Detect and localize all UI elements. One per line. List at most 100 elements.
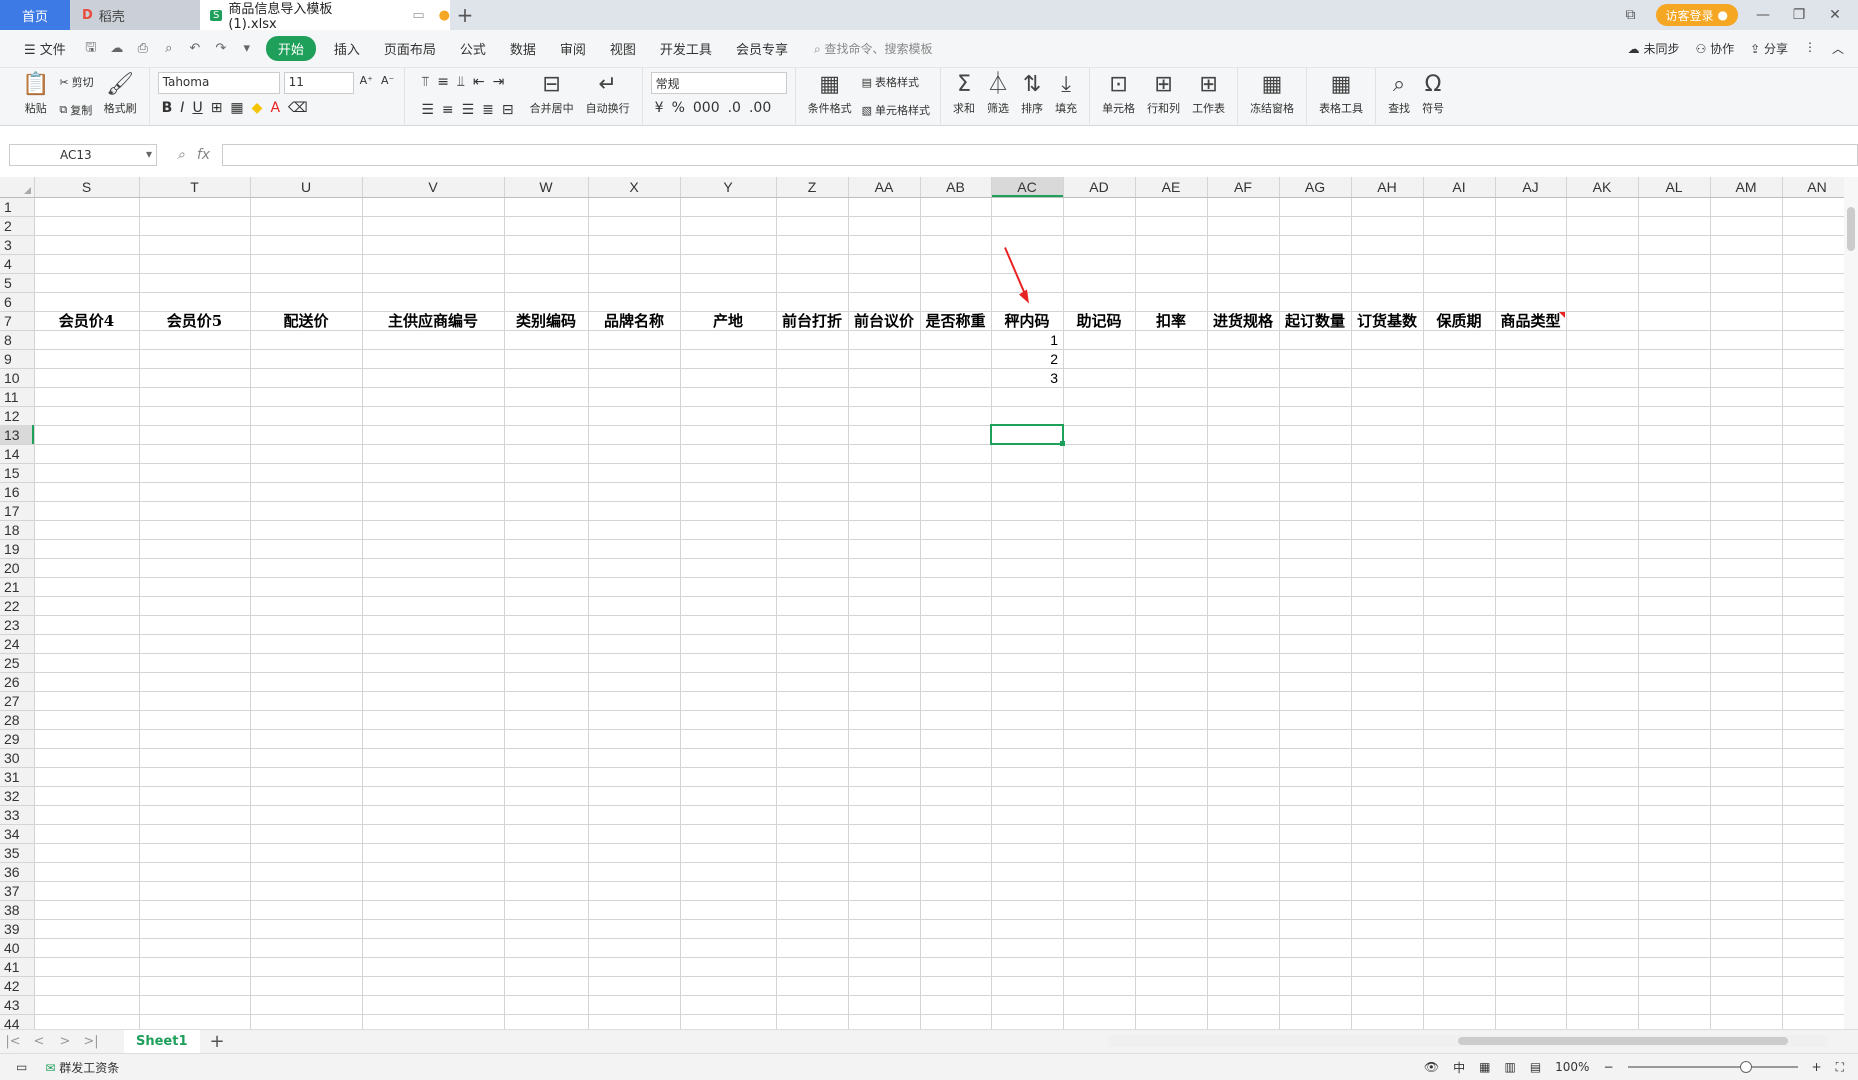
value-cell[interactable]: 2 <box>1050 351 1058 367</box>
print-icon[interactable]: ⎙ <box>130 41 156 56</box>
indent-increase-icon[interactable]: ⇥ <box>493 74 505 90</box>
layout-icon[interactable]: ⧉ <box>1620 7 1642 23</box>
page-break-view-icon[interactable]: ▤ <box>1530 1060 1541 1074</box>
column-header-ab[interactable]: AB <box>946 179 965 195</box>
row-header-43[interactable]: 43 <box>4 997 20 1013</box>
save-icon[interactable]: 🖫 <box>78 38 104 60</box>
font-size-select[interactable]: 11 <box>283 72 354 94</box>
prev-sheet-icon[interactable]: < <box>26 1034 52 1049</box>
collapse-ribbon-icon[interactable]: ︿ <box>1832 40 1844 57</box>
row-header-2[interactable]: 2 <box>4 218 12 234</box>
symbol-button[interactable]: Ω 符号 <box>1416 68 1450 124</box>
first-sheet-icon[interactable]: |< <box>0 1034 26 1049</box>
fill-color-icon[interactable]: ◆ <box>252 100 263 116</box>
restore-icon[interactable]: ❐ <box>1788 7 1810 23</box>
fill-handle[interactable] <box>1060 441 1065 446</box>
format-painter-button[interactable]: 🖌 格式刷 <box>98 68 143 124</box>
tab-monitor-icon[interactable]: ▭ <box>412 8 424 23</box>
name-box-dropdown-icon[interactable]: ▾ <box>146 147 152 161</box>
cut-button[interactable]: ✂ 剪切 <box>55 70 97 94</box>
increase-font-icon[interactable]: A⁺ <box>356 68 377 92</box>
fill-button[interactable]: ⤓ 填充 <box>1049 68 1083 124</box>
column-header-w[interactable]: W <box>539 179 553 195</box>
row-header-42[interactable]: 42 <box>4 978 20 994</box>
column-header-u[interactable]: U <box>301 179 311 195</box>
column-header-x[interactable]: X <box>629 179 639 195</box>
align-middle-icon[interactable]: ≡ <box>437 74 449 90</box>
row-header-36[interactable]: 36 <box>4 864 20 880</box>
row-header-14[interactable]: 14 <box>4 446 20 462</box>
zoom-formula-icon[interactable]: ⌕ <box>177 147 185 163</box>
paste-button[interactable]: 📋 粘贴 <box>16 68 55 124</box>
next-sheet-icon[interactable]: > <box>52 1034 78 1049</box>
row-header-28[interactable]: 28 <box>4 712 20 728</box>
tab-start[interactable]: 开始 <box>265 36 316 61</box>
tab-formula[interactable]: 公式 <box>448 39 498 58</box>
eye-protection-icon[interactable]: 👁 <box>1424 1060 1439 1074</box>
merge-center-button[interactable]: ⊟ 合并居中 <box>524 68 580 124</box>
row-header-13[interactable]: 13 <box>4 427 20 443</box>
border-icon[interactable]: ⊞ <box>211 100 223 116</box>
vertical-scroll-thumb[interactable] <box>1847 207 1855 251</box>
table-style-button[interactable]: ▤ 表格样式 <box>858 70 934 94</box>
row-header-33[interactable]: 33 <box>4 807 20 823</box>
tab-data[interactable]: 数据 <box>498 39 548 58</box>
column-header-ae[interactable]: AE <box>1162 179 1181 195</box>
spreadsheet-grid[interactable]: S T U V W X Y Z AA AB AC AD AE AF AG AH AI AJ AK AL AM AN 1 2 3 4… <box>0 177 1858 1029</box>
increase-decimal-icon[interactable]: .0 <box>728 100 741 116</box>
column-header-af[interactable]: AF <box>1234 179 1252 195</box>
filter-button[interactable]: ⏃ 筛选 <box>981 68 1015 124</box>
row-header-23[interactable]: 23 <box>4 617 20 633</box>
row-header-11[interactable]: 11 <box>4 389 19 405</box>
underline-icon[interactable]: U <box>192 100 202 116</box>
vertical-scrollbar[interactable] <box>1844 177 1858 1029</box>
row-header-3[interactable]: 3 <box>4 237 12 253</box>
sync-status[interactable]: ☁ 未同步 <box>1628 40 1680 57</box>
column-header-ad[interactable]: AD <box>1089 179 1108 195</box>
share-button[interactable]: ⇪ 分享 <box>1750 40 1788 57</box>
row-col-button[interactable]: ⊞ 行和列 <box>1141 68 1186 124</box>
print-preview-icon[interactable]: ⌕ <box>156 41 182 56</box>
tab-active-document[interactable]: S 商品信息导入模板 (1).xlsx ▭ ● <box>200 0 450 32</box>
tab-member[interactable]: 会员专享 <box>724 39 800 58</box>
column-header-t[interactable]: T <box>190 179 199 195</box>
align-left-icon[interactable]: ☰ <box>421 102 434 118</box>
row-header-9[interactable]: 9 <box>4 351 12 367</box>
payroll-button[interactable]: ✉ 群发工资条 <box>45 1059 119 1076</box>
quick-access-dropdown-icon[interactable]: ▾ <box>234 41 260 56</box>
distributed-icon[interactable]: ⊟ <box>502 102 514 118</box>
column-header-v[interactable]: V <box>428 179 438 195</box>
sheet-canvas[interactable]: S T U V W X Y Z AA AB AC AD AE AF AG AH AI AJ AK AL AM AN1234… <box>0 177 1844 1029</box>
normal-view-icon[interactable]: ▦ <box>1479 1060 1490 1074</box>
tab-docer[interactable]: D 稻壳 <box>70 0 200 30</box>
freeze-panes-button[interactable]: ▦ 冻结窗格 <box>1244 68 1300 124</box>
align-bottom-icon[interactable]: ⫫ <box>457 74 465 90</box>
decrease-decimal-icon[interactable]: .00 <box>749 100 771 116</box>
conditional-format-button[interactable]: ▦ 条件格式 <box>802 68 858 124</box>
column-header-ai[interactable]: AI <box>1452 179 1465 195</box>
row-header-25[interactable]: 25 <box>4 655 20 671</box>
zoom-slider[interactable] <box>1627 1061 1798 1073</box>
row-header-17[interactable]: 17 <box>4 503 20 519</box>
row-header-30[interactable]: 30 <box>4 750 20 766</box>
tab-review[interactable]: 审阅 <box>548 39 598 58</box>
tab-home[interactable]: 首页 <box>0 0 70 30</box>
sort-button[interactable]: ⇅ 排序 <box>1015 68 1049 124</box>
command-search[interactable]: ⌕ 查找命令、搜索模板 <box>814 40 933 57</box>
sum-button[interactable]: Σ 求和 <box>947 68 981 124</box>
fullscreen-icon[interactable]: ⛶ <box>1836 1060 1844 1075</box>
cell-button[interactable]: ⊡ 单元格 <box>1096 68 1141 124</box>
tab-view[interactable]: 视图 <box>598 39 648 58</box>
add-sheet-icon[interactable]: + <box>210 1031 225 1052</box>
worksheet-button[interactable]: ⊞ 工作表 <box>1186 68 1231 124</box>
currency-icon[interactable]: ¥ <box>655 100 664 116</box>
redo-icon[interactable]: ↷ <box>208 41 234 56</box>
horizontal-scrollbar[interactable] <box>1108 1035 1828 1047</box>
copy-button[interactable]: ⧉ 复制 <box>55 98 97 122</box>
align-top-icon[interactable]: ⫪ <box>421 74 429 90</box>
row-header-21[interactable]: 21 <box>4 579 20 595</box>
row-header-29[interactable]: 29 <box>4 731 20 747</box>
last-sheet-icon[interactable]: >| <box>78 1034 104 1049</box>
row-header-24[interactable]: 24 <box>4 636 20 652</box>
selected-cell[interactable] <box>990 424 1064 445</box>
